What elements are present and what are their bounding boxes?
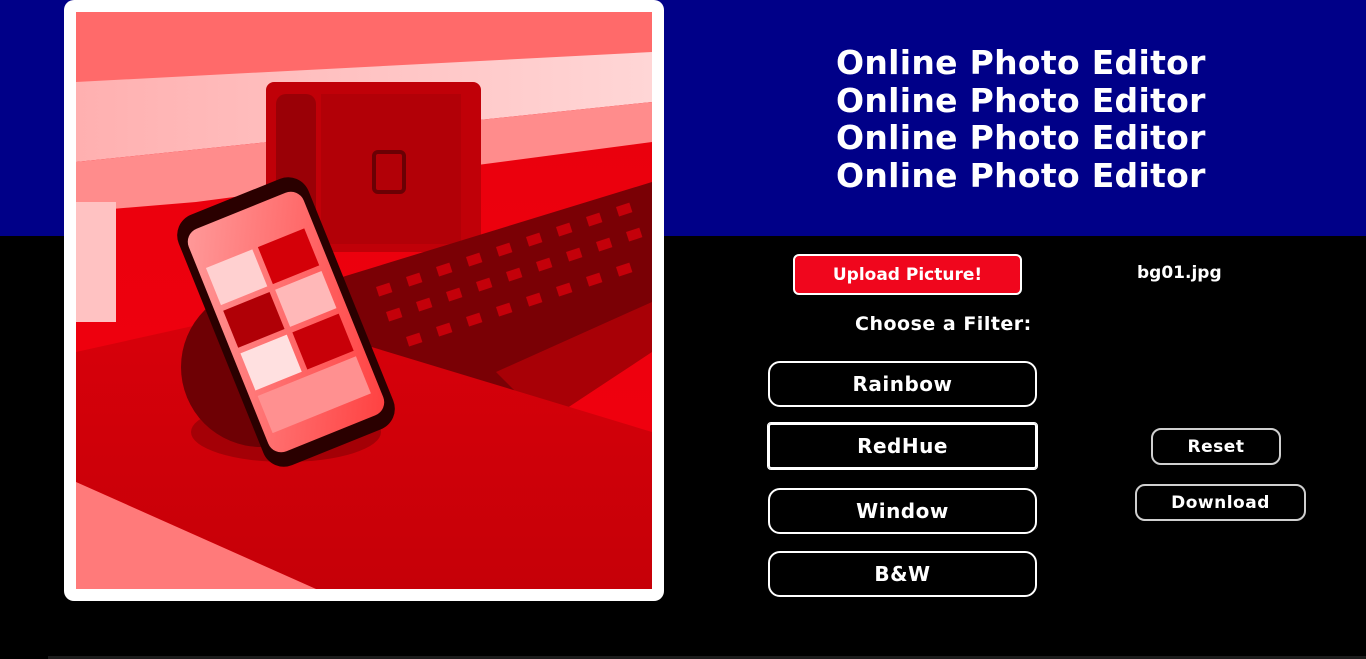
filter-bw-button[interactable]: B&W	[768, 551, 1037, 597]
photo-preview	[76, 12, 652, 589]
photo-editor-page: Online Photo Editor Online Photo Editor …	[0, 0, 1366, 659]
download-button[interactable]: Download	[1135, 484, 1306, 521]
filter-rainbow-button[interactable]: Rainbow	[768, 361, 1037, 407]
page-title-block: Online Photo Editor Online Photo Editor …	[836, 44, 1296, 194]
page-title-line: Online Photo Editor	[836, 155, 1206, 195]
page-title-line: Online Photo Editor	[836, 43, 1206, 82]
filter-window-button[interactable]: Window	[768, 488, 1037, 534]
filter-redhue-button[interactable]: RedHue	[767, 422, 1038, 470]
page-title-line: Online Photo Editor	[836, 80, 1206, 120]
uploaded-filename: bg01.jpg	[1137, 263, 1222, 283]
upload-picture-button[interactable]: Upload Picture!	[793, 254, 1022, 295]
page-title-line: Online Photo Editor	[836, 118, 1206, 157]
photo-preview-image	[76, 12, 652, 589]
filter-heading: Choose a Filter:	[855, 313, 1032, 335]
reset-button[interactable]: Reset	[1151, 428, 1281, 465]
photo-preview-frame	[64, 0, 664, 601]
